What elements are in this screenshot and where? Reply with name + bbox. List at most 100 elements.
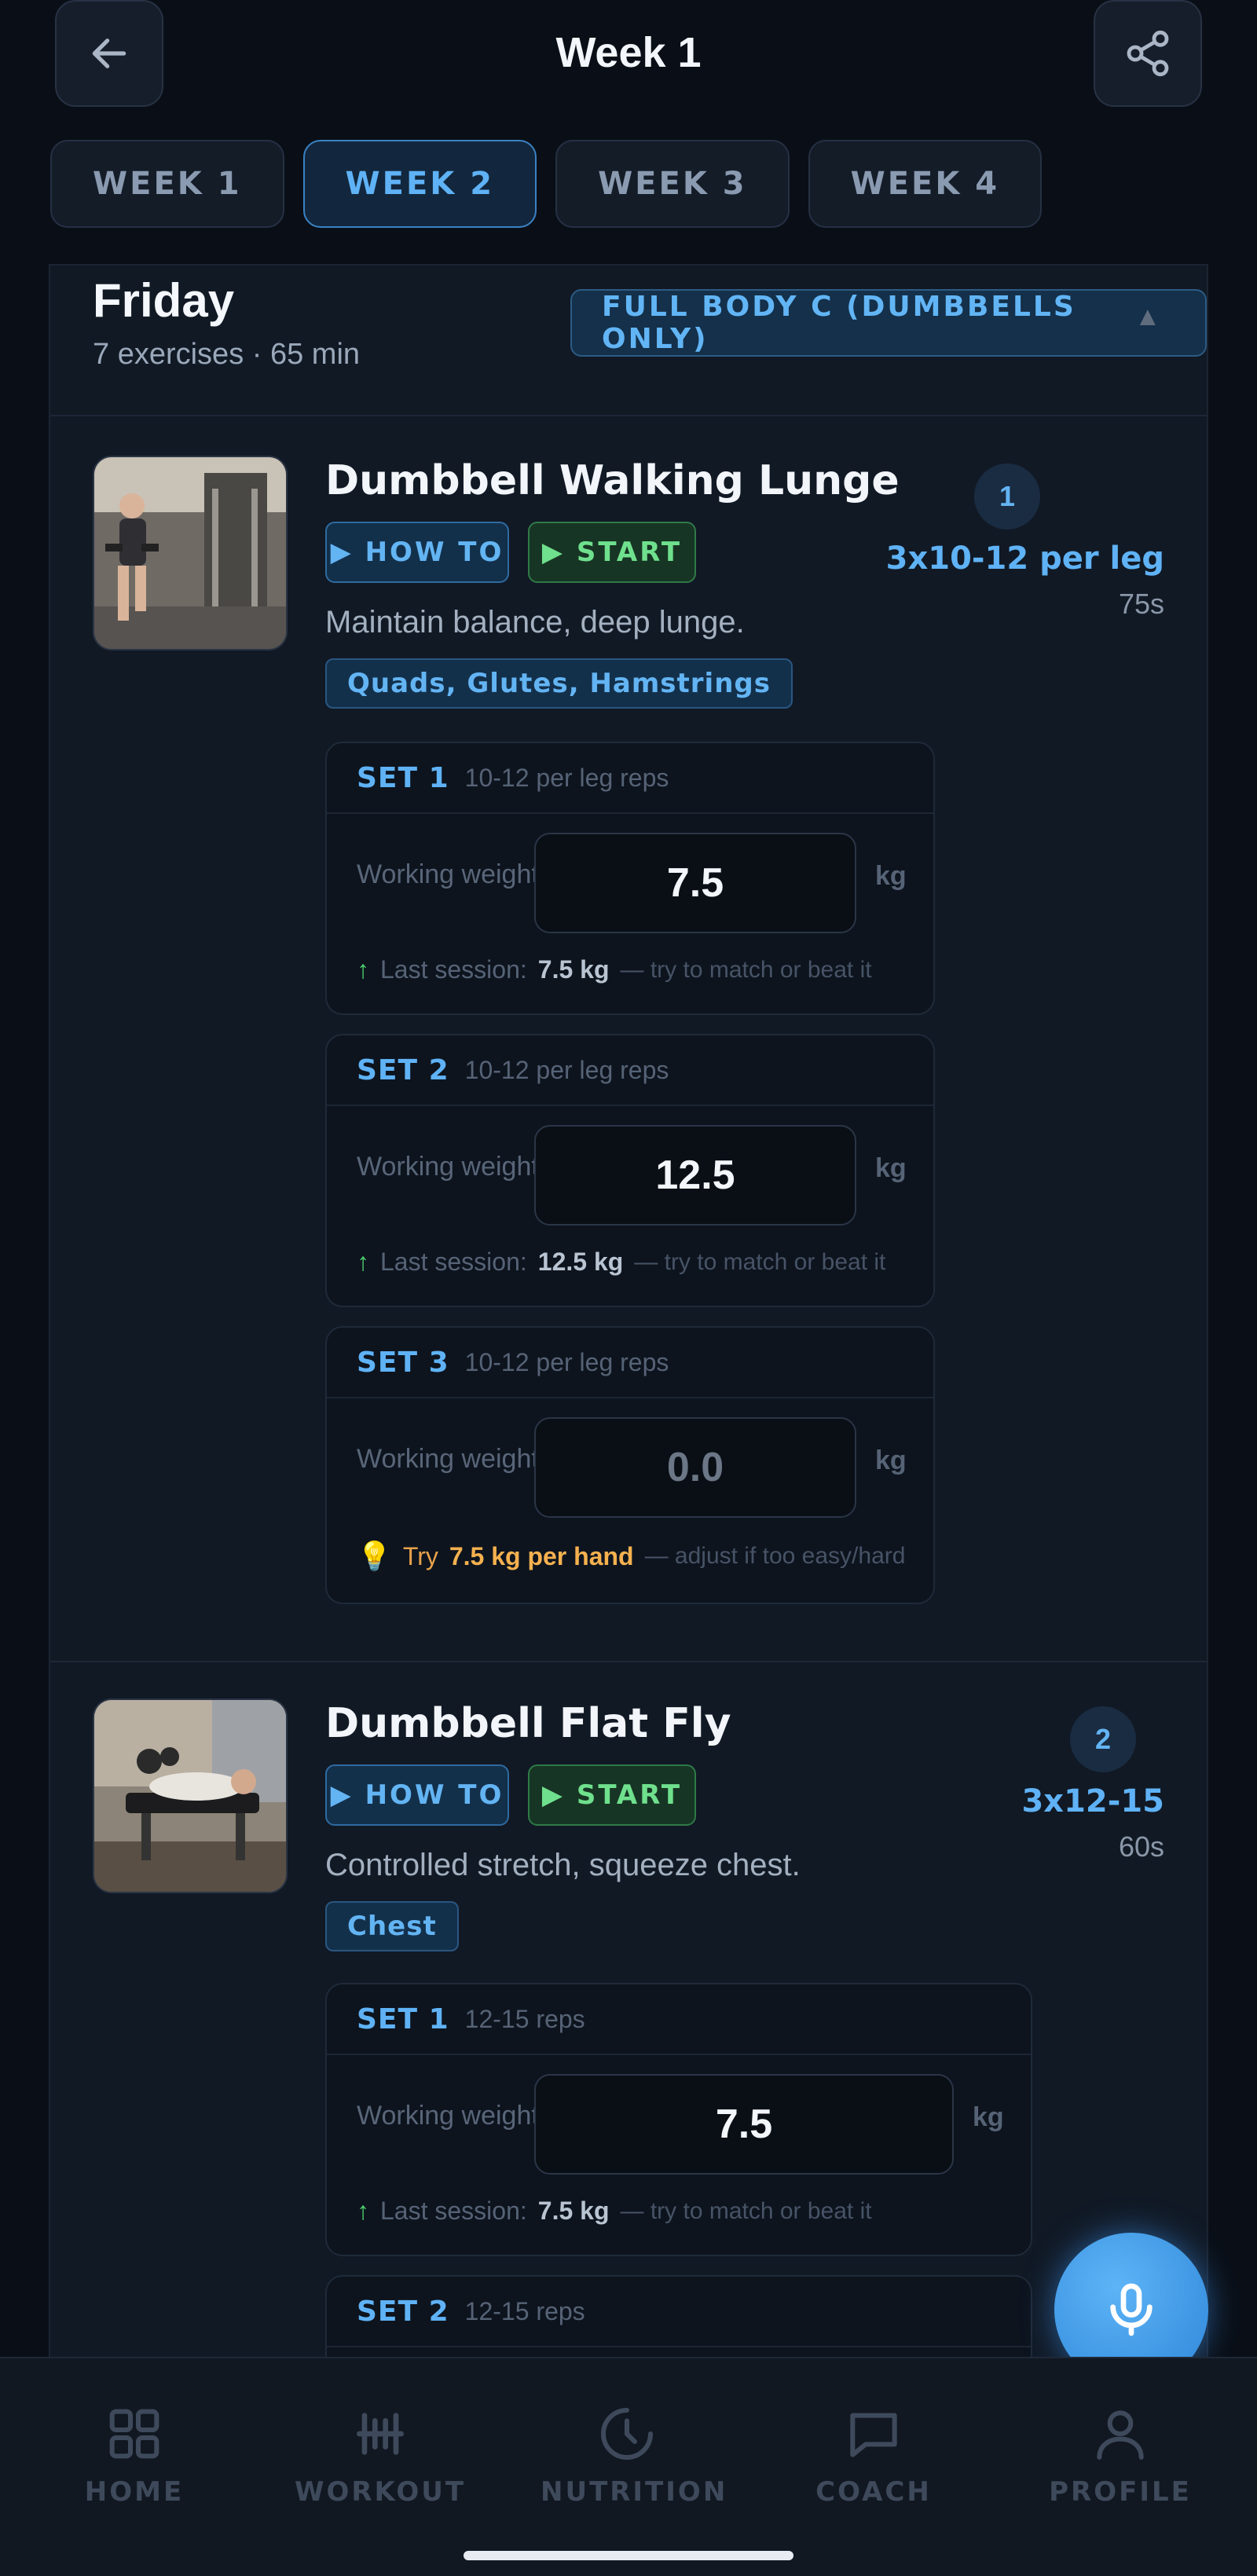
tab-week-2[interactable]: WEEK 2 xyxy=(302,140,537,228)
clock-icon xyxy=(601,2408,653,2460)
start-button[interactable]: ▶ START xyxy=(528,1764,696,1826)
microphone-icon xyxy=(1110,2283,1153,2336)
working-weight-label: Working weight xyxy=(357,2101,539,2131)
set-reps: 12-15 reps xyxy=(464,2004,585,2033)
muscle-tag: Chest xyxy=(325,1901,459,1951)
weight-input[interactable]: 0.0 xyxy=(534,1417,856,1518)
tab-week-3[interactable]: WEEK 3 xyxy=(555,140,790,228)
share-icon xyxy=(1127,30,1169,77)
week-tabs: WEEK 1 WEEK 2 WEEK 3 WEEK 4 xyxy=(50,140,1043,228)
set-label: SET 3 xyxy=(357,1346,449,1379)
start-button[interactable]: ▶ START xyxy=(528,522,696,583)
weight-unit: kg xyxy=(875,861,907,891)
day-subtitle: 7 exercises · 65 min xyxy=(93,338,361,371)
day-header[interactable]: Friday 7 exercises · 65 min FULL BODY C … xyxy=(50,266,1207,416)
set-reps: 12-15 reps xyxy=(464,2296,585,2325)
last-session-row: ↑ Last session: 7.5 kg — try to match or… xyxy=(357,2197,872,2226)
weight-input[interactable]: 7.5 xyxy=(534,833,856,933)
exercise-thumbnail[interactable] xyxy=(93,456,288,650)
arrow-up-icon: ↑ xyxy=(357,1248,369,1276)
suggestion-prefix: Try xyxy=(402,1541,438,1570)
nav-nutrition[interactable]: NUTRITION xyxy=(541,2402,728,2508)
last-session-label: Last session: xyxy=(380,1248,527,1276)
exercise-number-badge: 1 xyxy=(974,464,1040,529)
grid-icon xyxy=(109,2409,159,2459)
fly-photo-icon xyxy=(94,1700,286,1892)
how-to-button[interactable]: ▶ HOW TO xyxy=(325,1764,509,1826)
barbell-icon xyxy=(357,2413,404,2455)
last-session-value: 7.5 kg xyxy=(537,955,610,984)
nav-workout[interactable]: WORKOUT xyxy=(294,2402,467,2508)
last-session-label: Last session: xyxy=(380,955,527,984)
working-weight-label: Working weight xyxy=(357,1152,539,1182)
set-label: SET 2 xyxy=(357,2295,449,2328)
working-weight-label: Working weight xyxy=(357,1444,539,1474)
muscle-tag: Quads, Glutes, Hamstrings xyxy=(325,658,793,709)
program-badge: FULL BODY C (DUMBBELLS ONLY) xyxy=(570,289,1207,357)
sets-reps-scheme: 3x10-12 per leg xyxy=(885,540,1164,577)
exercise-description: Controlled stretch, squeeze chest. xyxy=(325,1848,801,1882)
set-label: SET 2 xyxy=(357,1053,449,1086)
user-icon xyxy=(1097,2410,1144,2460)
last-session-row: ↑ Last session: 12.5 kg — try to match o… xyxy=(357,1248,885,1277)
nav-profile[interactable]: PROFILE xyxy=(1034,2402,1207,2508)
set-label: SET 1 xyxy=(357,2003,449,2036)
rest-time: 75s xyxy=(1118,588,1164,620)
exercise-thumbnail[interactable] xyxy=(93,1698,288,1893)
exercise-name[interactable]: Dumbbell Walking Lunge xyxy=(325,457,900,504)
nav-label: WORKOUT xyxy=(294,2476,467,2508)
nav-label: NUTRITION xyxy=(541,2476,728,2508)
nav-coach[interactable]: COACH xyxy=(787,2402,960,2508)
nav-label: HOME xyxy=(84,2476,185,2508)
day-title: Friday xyxy=(93,274,235,327)
set-label: SET 1 xyxy=(357,761,449,794)
set-reps: 10-12 per leg reps xyxy=(464,1055,669,1084)
last-session-hint: — try to match or beat it xyxy=(620,956,872,983)
arrow-up-icon: ↑ xyxy=(357,2197,369,2225)
suggestion-value: 7.5 kg per hand xyxy=(449,1541,634,1570)
day-card: Friday 7 exercises · 65 min FULL BODY C … xyxy=(49,264,1208,2511)
bottom-navigation: HOME WORKOUT NUTRITION COACH PROFILE xyxy=(0,2357,1257,2576)
collapse-icon[interactable]: ▲ xyxy=(1134,302,1161,332)
weight-input[interactable]: 12.5 xyxy=(534,1125,856,1226)
set-reps: 10-12 per leg reps xyxy=(464,1347,669,1376)
tab-week-1[interactable]: WEEK 1 xyxy=(50,140,284,228)
last-session-value: 12.5 kg xyxy=(537,1248,624,1276)
set-card: SET 1 12-15 reps Working weight 7.5 kg ↑… xyxy=(325,1983,1032,2256)
set-card: SET 2 10-12 per leg reps Working weight … xyxy=(325,1034,935,1307)
weight-suggestion-row: 💡 Try 7.5 kg per hand — adjust if too ea… xyxy=(357,1540,905,1573)
weight-unit: kg xyxy=(875,1153,907,1183)
suggestion-hint: — adjust if too easy/hard xyxy=(644,1543,906,1569)
arrow-up-icon: ↑ xyxy=(357,955,369,984)
nav-label: COACH xyxy=(815,2476,932,2508)
weight-unit: kg xyxy=(875,1446,907,1475)
weight-unit: kg xyxy=(973,2102,1004,2132)
exercise-number-badge: 2 xyxy=(1070,1706,1136,1772)
set-reps: 10-12 per leg reps xyxy=(464,763,669,792)
share-button[interactable] xyxy=(1094,0,1202,107)
tab-week-4[interactable]: WEEK 4 xyxy=(808,140,1043,228)
rest-time: 60s xyxy=(1118,1830,1164,1863)
exercise-name[interactable]: Dumbbell Flat Fly xyxy=(325,1700,731,1747)
home-indicator xyxy=(464,2551,793,2560)
chat-icon xyxy=(850,2413,897,2457)
last-session-hint: — try to match or beat it xyxy=(634,1248,886,1275)
working-weight-label: Working weight xyxy=(357,859,539,889)
lightbulb-icon: 💡 xyxy=(357,1540,392,1572)
last-session-hint: — try to match or beat it xyxy=(620,2197,872,2224)
exercise-description: Maintain balance, deep lunge. xyxy=(325,605,745,639)
last-session-row: ↑ Last session: 7.5 kg — try to match or… xyxy=(357,955,872,984)
top-bar: Week 1 xyxy=(0,0,1257,134)
page-title: Week 1 xyxy=(555,29,702,76)
weight-input[interactable]: 7.5 xyxy=(534,2074,954,2175)
last-session-label: Last session: xyxy=(380,2197,527,2225)
set-card: SET 1 10-12 per leg reps Working weight … xyxy=(325,742,935,1015)
lunge-photo-icon xyxy=(94,457,286,649)
last-session-value: 7.5 kg xyxy=(537,2197,610,2225)
nav-label: PROFILE xyxy=(1049,2476,1192,2508)
set-card: SET 3 10-12 per leg reps Working weight … xyxy=(325,1326,935,1604)
how-to-button[interactable]: ▶ HOW TO xyxy=(325,522,509,583)
exercise-card: Dumbbell Flat Fly ▶ HOW TO ▶ START Contr… xyxy=(50,1661,1207,2511)
sets-reps-scheme: 3x12-15 xyxy=(1021,1783,1164,1819)
nav-home[interactable]: HOME xyxy=(48,2402,221,2508)
